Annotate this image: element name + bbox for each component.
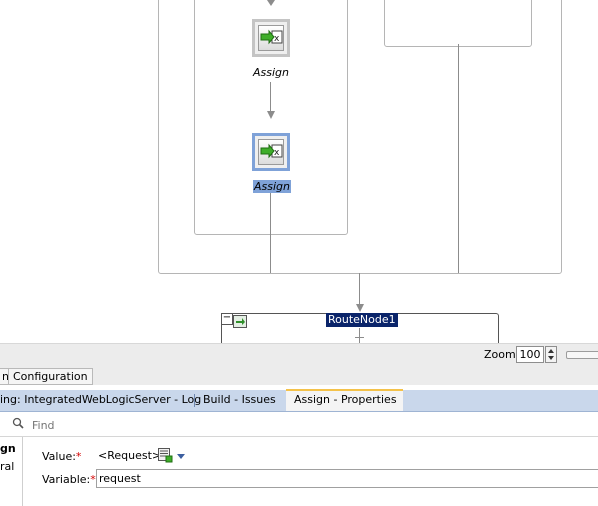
assign-action-node-selected[interactable]: x <box>252 133 290 171</box>
zoom-spinner[interactable] <box>545 346 557 363</box>
route-node-label: RouteNode1 <box>326 313 398 327</box>
tab-server-log[interactable]: ing: IntegratedWebLogicServer - Log <box>0 390 201 411</box>
variable-label-text: Variable: <box>42 473 91 486</box>
spinner-down-icon[interactable] <box>548 356 554 360</box>
tab-assign-properties[interactable]: Assign - Properties × <box>286 389 403 423</box>
connector-line <box>458 44 459 273</box>
value-text: <Request> <box>98 449 162 462</box>
connector-arrow <box>356 304 364 312</box>
route-node-icon <box>233 315 247 328</box>
connector-line <box>270 82 271 112</box>
connector-line <box>270 193 271 273</box>
tab-build-issues[interactable]: Build - Issues <box>203 390 276 411</box>
spinner-up-icon[interactable] <box>548 349 554 353</box>
variable-label: Variable:* <box>42 473 96 486</box>
connector-tick <box>355 337 364 338</box>
value-label: Value:* <box>42 450 81 463</box>
svg-text:x: x <box>274 148 280 158</box>
find-input[interactable] <box>30 414 594 436</box>
connector-arrow <box>267 0 275 6</box>
zoom-label: Zoom: <box>484 348 520 361</box>
assign-node-label: Assign <box>253 66 289 79</box>
connector-line <box>359 328 360 343</box>
tab-separator <box>194 394 195 407</box>
collapse-button[interactable]: − <box>221 313 233 325</box>
tab-label: Assign - Properties <box>294 393 397 406</box>
zoom-input[interactable]: 100 <box>516 346 544 363</box>
properties-nav-title: gn <box>0 442 16 455</box>
expression-builder-icon[interactable] <box>157 447 173 463</box>
zoom-slider[interactable] <box>566 351 598 359</box>
assign-action-node[interactable]: x <box>252 19 290 57</box>
variable-input[interactable]: request <box>96 469 598 488</box>
assign-icon: x <box>258 25 284 51</box>
search-icon <box>12 417 24 429</box>
connector-line <box>359 273 360 305</box>
assign-node-label-selected: Assign <box>253 180 291 193</box>
properties-nav-item[interactable]: ral <box>0 460 14 473</box>
tab-configuration[interactable]: Configuration <box>8 368 93 385</box>
branch-container-right <box>384 0 532 47</box>
chevron-down-icon[interactable] <box>177 454 185 459</box>
required-marker: * <box>75 450 82 463</box>
connector-arrow <box>267 111 275 119</box>
assign-icon: x <box>258 139 284 165</box>
svg-text:x: x <box>274 34 280 44</box>
pipeline-canvas[interactable]: x Assign x Assign − RouteNode1 <box>0 0 598 343</box>
required-marker: * <box>90 473 96 486</box>
value-label-text: Value: <box>42 450 76 463</box>
